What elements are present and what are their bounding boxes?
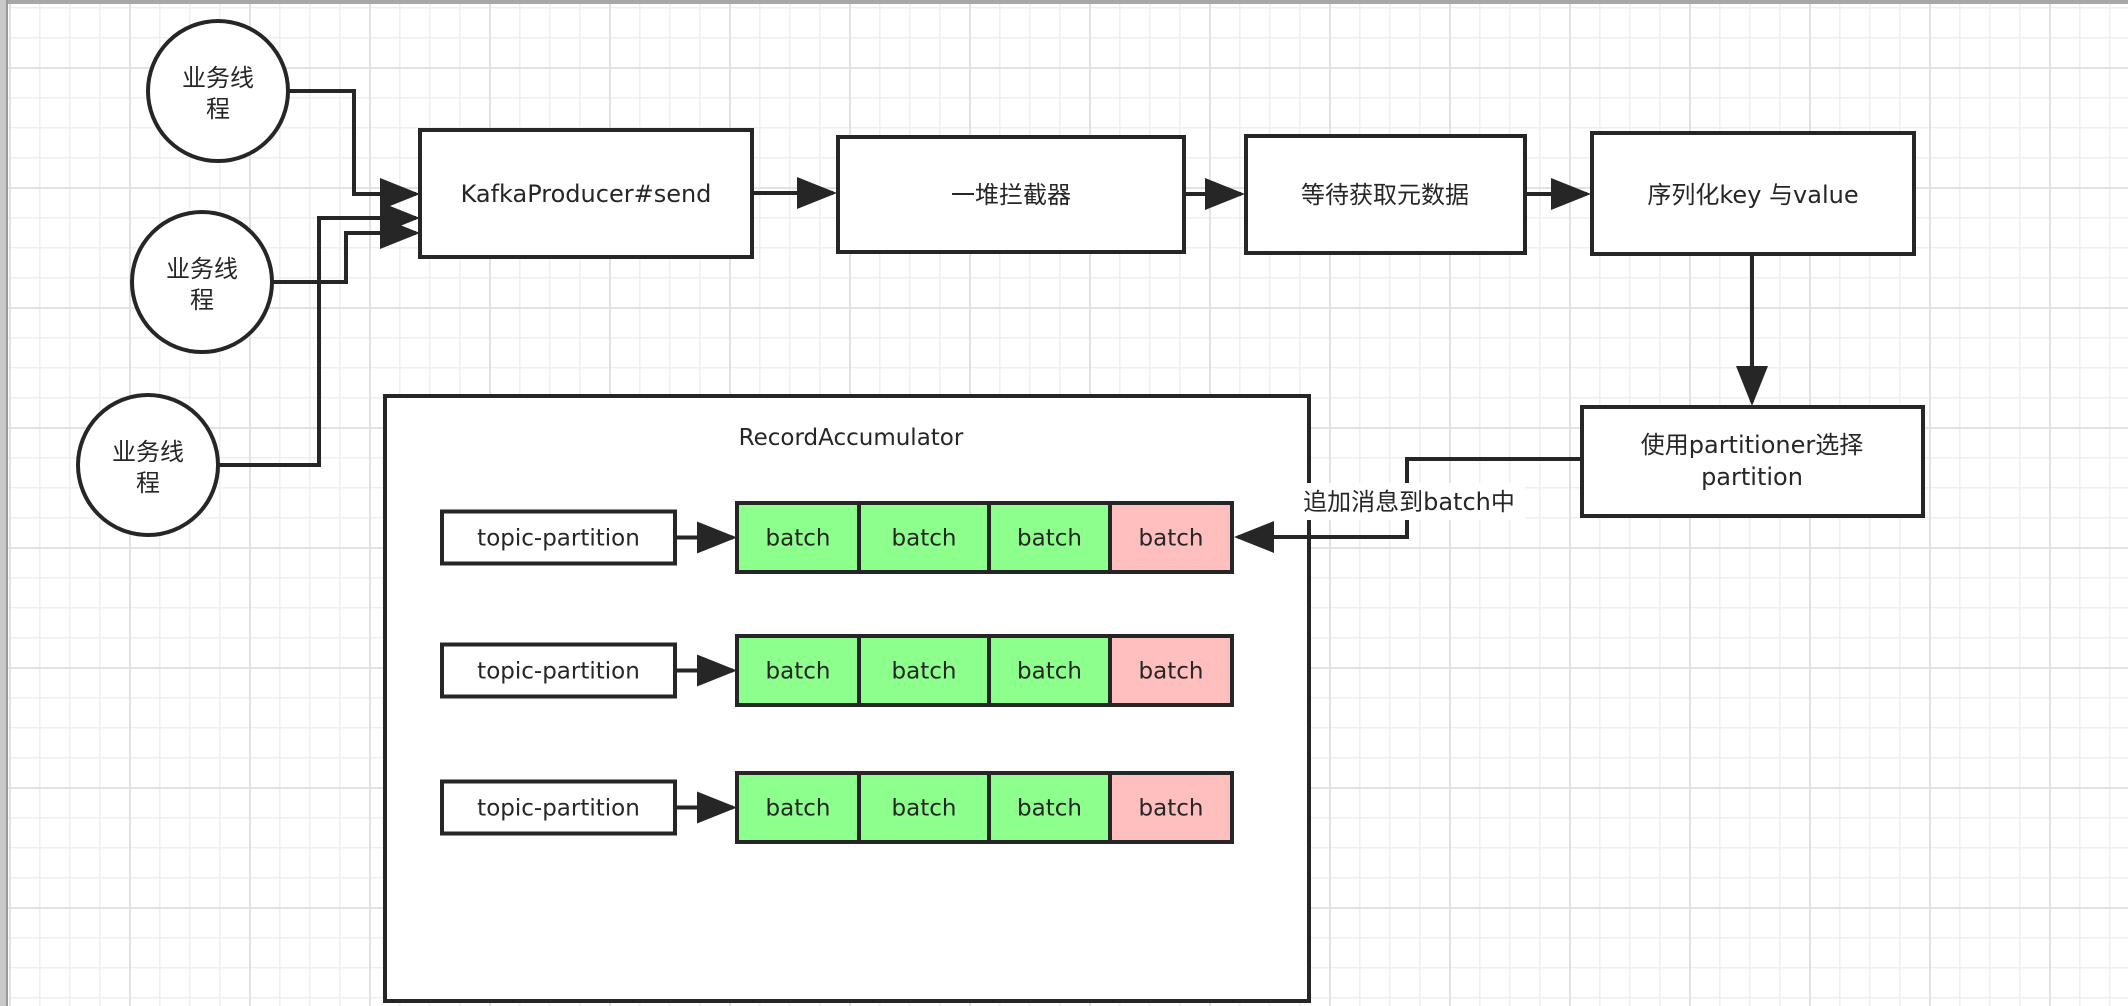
batch-cell[interactable]: batch <box>857 771 991 844</box>
topic-partition-label: topic-partition <box>477 659 640 685</box>
batch-label: batch <box>1017 796 1082 822</box>
edge-label-append: 追加消息到batch中 <box>1303 488 1515 516</box>
node-label-line1: 使用partitioner选择 <box>1641 431 1864 459</box>
node-serialize[interactable]: 序列化key 与value <box>1590 131 1916 256</box>
accumulator-rows: topic-partition batch batch batch batchtopic… <box>440 501 1234 844</box>
node-label: KafkaProducer#send <box>461 180 712 208</box>
batch-label: batch <box>1017 526 1082 552</box>
batch-label: batch <box>766 526 831 552</box>
batch-label: batch <box>1139 526 1204 552</box>
topic-partition-node[interactable]: topic-partition <box>440 779 677 836</box>
partition-row: topic-partition batch batch batch batch <box>440 634 1234 707</box>
node-wait-metadata[interactable]: 等待获取元数据 <box>1244 134 1527 255</box>
topic-partition-label: topic-partition <box>477 796 640 822</box>
batch-label: batch <box>766 796 831 822</box>
topic-partition-node[interactable]: topic-partition <box>440 642 677 699</box>
thread-label-line2: 程 <box>190 286 214 314</box>
batch-label: batch <box>1017 659 1082 685</box>
thread-node-2[interactable]: 业务线 程 <box>130 210 274 354</box>
thread-node-3[interactable]: 业务线 程 <box>76 393 220 537</box>
topic-partition-node[interactable]: topic-partition <box>440 509 677 566</box>
batch-label: batch <box>766 659 831 685</box>
batch-cell[interactable]: batch <box>857 501 991 574</box>
thread-label-line2: 程 <box>136 469 160 497</box>
batch-label: batch <box>892 659 957 685</box>
batch-cell[interactable]: batch <box>987 634 1112 707</box>
thread-label-line2: 程 <box>206 95 230 123</box>
batch-label: batch <box>1139 659 1204 685</box>
partition-row: topic-partition batch batch batch batch <box>440 501 1234 574</box>
batch-cell[interactable]: batch <box>735 771 861 844</box>
node-label-line2: partition <box>1701 463 1803 491</box>
edge-thread1-to-send <box>288 89 420 210</box>
batch-cell[interactable]: batch <box>987 501 1112 574</box>
batch-cell[interactable]: batch <box>1108 634 1234 707</box>
node-label: 等待获取元数据 <box>1301 181 1469 209</box>
node-partitioner[interactable]: 使用partitioner选择 partition <box>1580 405 1925 518</box>
batch-cell[interactable]: batch <box>987 771 1112 844</box>
batch-cell[interactable]: batch <box>735 634 861 707</box>
thread-label-line1: 业务线 <box>166 255 238 283</box>
partition-row: topic-partition batch batch batch batch <box>440 771 1234 844</box>
batch-cell[interactable]: batch <box>857 634 991 707</box>
node-label: 序列化key 与value <box>1647 181 1858 209</box>
batch-cell[interactable]: batch <box>1108 501 1234 574</box>
node-interceptors[interactable]: 一堆拦截器 <box>836 135 1186 254</box>
batch-label: batch <box>892 526 957 552</box>
topic-partition-label: topic-partition <box>477 526 640 552</box>
diagram-svg: 业务线 程 业务线 程 业务线 程 KafkaProducer#send 一堆拦… <box>76 19 1925 1003</box>
batch-label: batch <box>1139 796 1204 822</box>
edge-thread2-to-send <box>272 217 420 284</box>
batch-cell[interactable]: batch <box>735 501 861 574</box>
accumulator-title: RecordAccumulator <box>739 425 964 451</box>
node-label: 一堆拦截器 <box>951 181 1071 209</box>
thread-label-line1: 业务线 <box>112 438 184 466</box>
thread-label-line1: 业务线 <box>182 64 254 92</box>
process-box <box>1580 405 1925 518</box>
batch-label: batch <box>892 796 957 822</box>
node-kafka-producer-send[interactable]: KafkaProducer#send <box>418 128 754 259</box>
thread-node-1[interactable]: 业务线 程 <box>146 19 290 163</box>
batch-cell[interactable]: batch <box>1108 771 1234 844</box>
